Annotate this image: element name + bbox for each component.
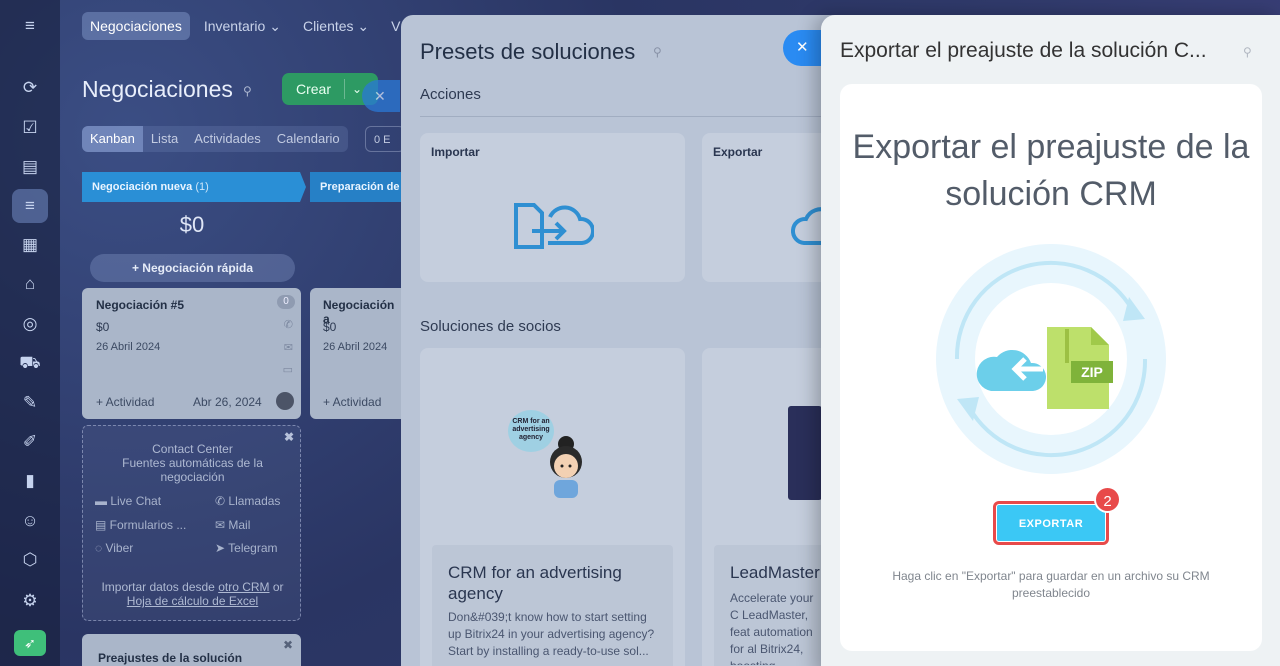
zip-label: ZIP bbox=[1081, 364, 1103, 380]
solution-card[interactable]: CRM for an advertising agency CRM for an… bbox=[420, 348, 685, 666]
section-actions: Acciones bbox=[420, 86, 481, 103]
leadmaster-illustration bbox=[788, 406, 822, 500]
pin-icon[interactable]: ⚲ bbox=[653, 45, 662, 59]
slider-title: Presets de soluciones bbox=[420, 39, 636, 64]
tile-label: Importar bbox=[431, 145, 480, 159]
presets-slider: Presets de soluciones ⚲ Acciones Importa… bbox=[401, 15, 841, 666]
solution-description: Accelerate your C LeadMaster, feat autom… bbox=[730, 591, 814, 665]
solution-description: Don&#039;t know how to start setting up … bbox=[448, 610, 655, 658]
solution-title[interactable]: CRM for an advertising agency bbox=[448, 562, 658, 604]
divider bbox=[420, 116, 840, 117]
export-slider: Exportar el preajuste de la solución C..… bbox=[821, 15, 1280, 666]
pin-icon[interactable]: ⚲ bbox=[1243, 45, 1252, 59]
tile-label: Exportar bbox=[713, 145, 763, 159]
close-icon[interactable]: ✕ bbox=[783, 30, 821, 66]
export-hint: Haga clic en "Exportar" para guardar en … bbox=[892, 569, 1210, 600]
export-card: Exportar el preajuste de la solución CRM… bbox=[840, 84, 1262, 651]
import-tile[interactable]: Importar bbox=[420, 133, 685, 282]
step-badge: 2 bbox=[1094, 486, 1121, 513]
slider-title: Exportar el preajuste de la solución C..… bbox=[840, 39, 1207, 62]
export-heading: Exportar el preajuste de la solución CRM bbox=[852, 128, 1250, 213]
girl-illustration bbox=[550, 436, 582, 498]
export-button[interactable]: EXPORTAR bbox=[996, 504, 1106, 542]
section-partners: Soluciones de socios bbox=[420, 318, 561, 335]
export-zip-illustration: ZIP bbox=[936, 244, 1166, 474]
import-icon bbox=[514, 203, 594, 249]
